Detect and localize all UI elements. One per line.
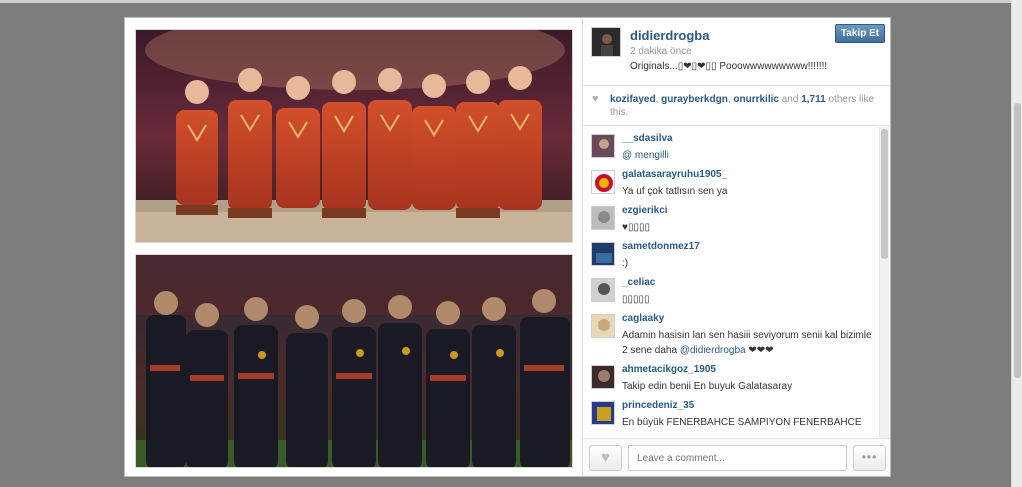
comment-username[interactable]: _celiac bbox=[622, 277, 655, 288]
page-scrollbar[interactable] bbox=[1011, 0, 1022, 487]
comment-text: ♥▯▯▯▯ bbox=[622, 222, 650, 233]
comment-avatar[interactable] bbox=[591, 365, 615, 389]
ellipsis-icon: ••• bbox=[861, 450, 878, 464]
liker-link[interactable]: kozifayed bbox=[610, 94, 656, 105]
comment-list: __sdasilva @ mengilli galatasarayruhu190… bbox=[583, 127, 879, 438]
likes-and: and bbox=[778, 94, 802, 105]
comment-avatar[interactable] bbox=[591, 401, 615, 425]
comment-username[interactable]: __sdasilva bbox=[622, 133, 673, 144]
comment-item: princedeniz_35 En büyük FENERBAHCE SAMPI… bbox=[583, 394, 879, 438]
comments-scrollbar[interactable] bbox=[879, 127, 889, 438]
comment-item: sametdonmez17 :) bbox=[583, 235, 879, 271]
comment-item: galatasarayruhu1905_ Ya uf çok tatlısın … bbox=[583, 163, 879, 199]
comment-text: Ya uf çok tatlısın sen ya bbox=[622, 186, 728, 197]
photo-team-women bbox=[136, 30, 572, 242]
comment-item: caglaaky Adamin hasisin lan sen hasiii s… bbox=[583, 307, 879, 358]
comment-username[interactable]: ahmetacikgoz_1905 bbox=[622, 364, 716, 375]
post-photo-bottom[interactable] bbox=[135, 254, 573, 468]
comment-item: ezgierikci ♥▯▯▯▯ bbox=[583, 199, 879, 235]
liker-link[interactable]: onurrkilic bbox=[733, 94, 779, 105]
comment-avatar[interactable] bbox=[591, 170, 615, 194]
post-sidebar: didierdrogba 2 dakika önce Originals...▯… bbox=[583, 18, 890, 476]
comment-username[interactable]: caglaaky bbox=[622, 313, 664, 324]
comment-avatar[interactable] bbox=[591, 206, 615, 230]
page-top-strip bbox=[0, 0, 1022, 3]
comments-scroll-thumb[interactable] bbox=[881, 129, 888, 259]
comment-text: @ mengilli bbox=[622, 150, 669, 161]
comment-mention[interactable]: @didierdrogba bbox=[680, 345, 746, 356]
like-button[interactable]: ♥ bbox=[589, 445, 622, 471]
comment-item: __sdasilva @ mengilli bbox=[583, 127, 879, 163]
owner-username[interactable]: didierdrogba bbox=[630, 28, 709, 43]
post-timestamp: 2 dakika önce bbox=[630, 46, 692, 57]
comment-text: Takip edin benii En buyuk Galatasaray bbox=[622, 381, 793, 392]
likes-summary: ♥ kozifayed, gurayberkdgn, onurrkilic an… bbox=[583, 86, 890, 126]
comment-text: :) bbox=[622, 258, 629, 269]
comment-text: Adamin hasisin lan sen hasiii seviyorum … bbox=[622, 328, 872, 358]
comment-composer: ♥ ••• bbox=[583, 438, 890, 476]
post-caption: Originals...▯❤▯❤▯▯ Pooowwwwwwwww!!!!!!! bbox=[630, 61, 828, 72]
comment-text-part: ❤❤❤ bbox=[745, 345, 774, 356]
comment-item: ahmetacikgoz_1905 Takip edin benii En bu… bbox=[583, 358, 879, 394]
likes-text: kozifayed, gurayberkdgn, onurrkilic and … bbox=[610, 94, 875, 118]
comment-text: En büyük FENERBAHCE SAMPIYON FENERBAHCE bbox=[622, 417, 862, 428]
comment-username[interactable]: ezgierikci bbox=[622, 205, 668, 216]
owner-avatar[interactable] bbox=[591, 27, 621, 57]
more-options-button[interactable]: ••• bbox=[853, 445, 886, 471]
owner-avatar-image bbox=[592, 28, 620, 56]
page-scroll-thumb[interactable] bbox=[1014, 103, 1021, 378]
likes-count[interactable]: 1,711 bbox=[801, 94, 825, 105]
heart-small-icon: ♥ bbox=[592, 93, 599, 105]
follow-button[interactable]: Takip Et bbox=[835, 24, 885, 43]
comment-avatar[interactable] bbox=[591, 314, 615, 338]
comment-avatar[interactable] bbox=[591, 242, 615, 266]
comment-username[interactable]: sametdonmez17 bbox=[622, 241, 700, 252]
liker-link[interactable]: gurayberkdgn bbox=[661, 94, 728, 105]
comment-item: _celiac ▯▯▯▯▯ bbox=[583, 271, 879, 307]
comment-avatar[interactable] bbox=[591, 278, 615, 302]
comment-avatar[interactable] bbox=[591, 134, 615, 158]
heart-icon: ♥ bbox=[601, 449, 610, 466]
comment-text: ▯▯▯▯▯ bbox=[622, 294, 650, 305]
post-header: didierdrogba 2 dakika önce Originals...▯… bbox=[583, 18, 890, 86]
comment-username[interactable]: princedeniz_35 bbox=[622, 400, 694, 411]
photo-area bbox=[125, 18, 582, 476]
post-photo-top[interactable] bbox=[135, 29, 573, 243]
photo-modal: didierdrogba 2 dakika önce Originals...▯… bbox=[124, 17, 891, 477]
comment-input[interactable] bbox=[628, 445, 847, 471]
photo-team-men bbox=[136, 255, 572, 467]
comment-username[interactable]: galatasarayruhu1905_ bbox=[622, 169, 727, 180]
